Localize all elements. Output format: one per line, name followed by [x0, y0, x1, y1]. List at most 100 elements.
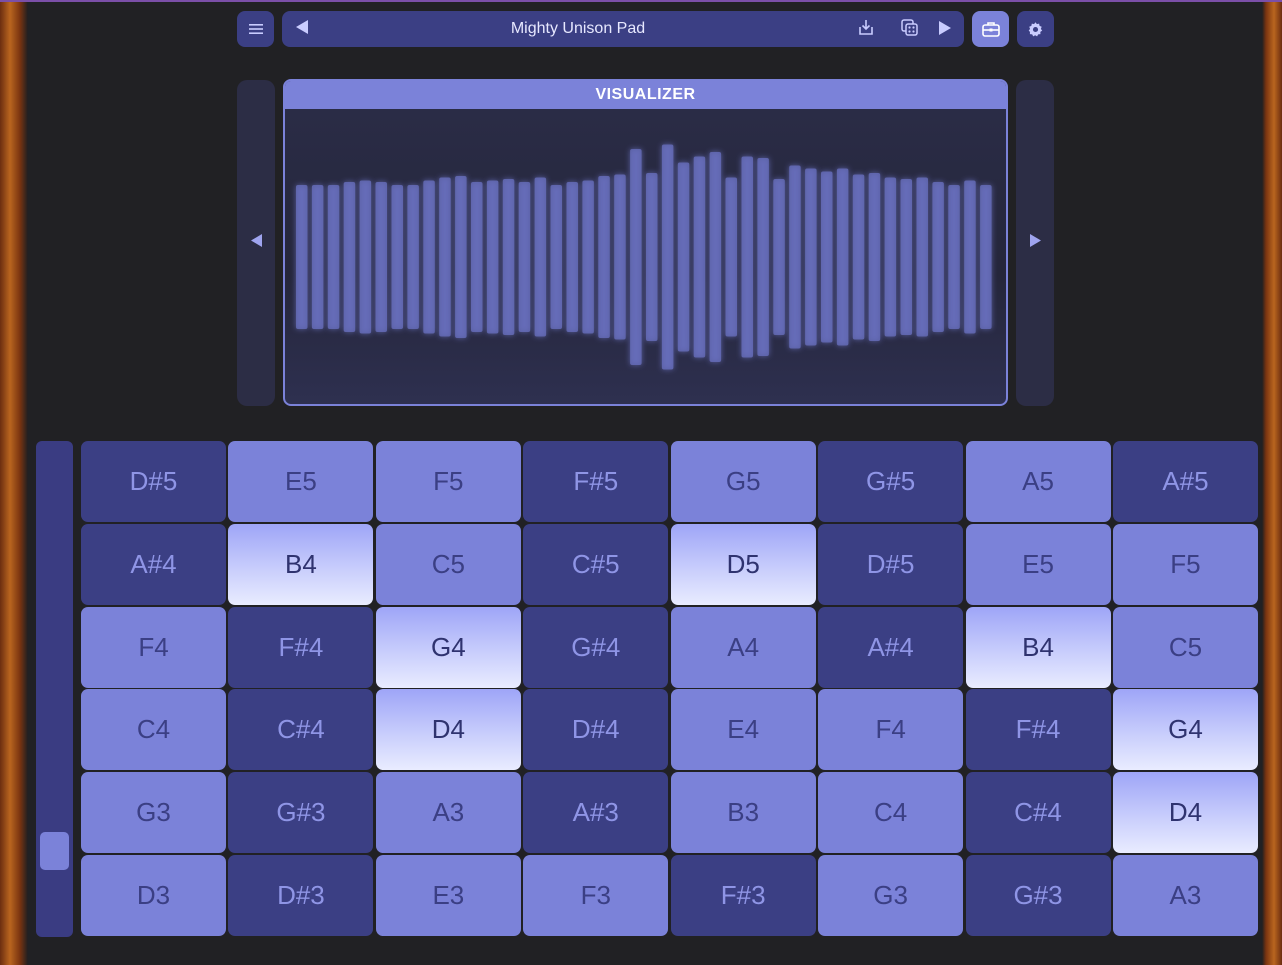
visualizer-bar [852, 174, 865, 340]
note-pad[interactable]: F3 [523, 854, 669, 936]
note-pad[interactable]: D5 [670, 523, 816, 605]
visualizer-bar [375, 182, 387, 332]
visualizer-title: VISUALIZER [285, 81, 1006, 109]
visualizer-bar [471, 182, 483, 332]
note-pad[interactable]: E4 [670, 689, 816, 771]
note-pad[interactable]: A3 [1112, 854, 1258, 936]
visualizer-prev-button[interactable] [237, 80, 275, 406]
triangle-left-icon [250, 234, 262, 252]
visualizer-bar [789, 165, 801, 349]
visualizer-bar [884, 177, 897, 337]
note-pad[interactable]: A#5 [1112, 441, 1258, 522]
note-pad[interactable]: E5 [228, 441, 374, 522]
note-pad[interactable]: C5 [1112, 606, 1258, 688]
note-pad[interactable]: A4 [670, 606, 816, 688]
preset-next-button[interactable] [934, 19, 956, 41]
note-pad[interactable]: F5 [1112, 523, 1258, 605]
note-pad[interactable]: D#4 [523, 689, 669, 771]
note-pad[interactable]: C#4 [228, 689, 374, 771]
note-pad[interactable]: G#3 [228, 772, 374, 854]
note-pad[interactable]: B4 [965, 606, 1111, 688]
note-pad[interactable]: F#3 [670, 854, 816, 936]
visualizer-bar [518, 182, 531, 332]
menu-button[interactable] [237, 11, 274, 47]
save-preset-button[interactable] [855, 19, 877, 41]
save-icon [858, 19, 874, 41]
visualizer-bar [343, 182, 356, 332]
visualizer-bar [725, 177, 737, 337]
note-pad[interactable]: A#4 [818, 606, 964, 688]
visualizer-bar [646, 173, 658, 341]
note-pad[interactable]: G4 [375, 606, 521, 688]
note-pad[interactable]: G#5 [818, 441, 964, 522]
note-pad[interactable]: F#5 [523, 441, 669, 522]
triangle-right-icon [1029, 234, 1041, 252]
visualizer-bar [709, 152, 722, 362]
note-pad[interactable]: A#4 [81, 523, 226, 605]
visualizer-bar [598, 176, 610, 338]
tools-button[interactable] [972, 11, 1009, 47]
visualizer-bar [900, 179, 912, 335]
note-pad[interactable]: G5 [670, 441, 816, 522]
note-pad[interactable]: F#4 [228, 606, 374, 688]
visualizer-bar [502, 179, 515, 335]
gear-icon [1027, 21, 1044, 38]
note-pad[interactable]: C4 [818, 772, 964, 854]
visualizer-bar [773, 179, 785, 335]
settings-button[interactable] [1017, 11, 1054, 47]
random-preset-button[interactable] [898, 19, 920, 41]
preset-prev-button[interactable] [292, 19, 312, 39]
note-pad[interactable]: G4 [1112, 689, 1258, 771]
octave-slider[interactable] [36, 441, 73, 937]
note-pad[interactable]: D#3 [228, 854, 374, 936]
visualizer-bar [455, 176, 467, 338]
visualizer-canvas [285, 109, 1006, 404]
note-pad[interactable]: B4 [228, 523, 374, 605]
note-pad[interactable]: A3 [375, 772, 521, 854]
note-pad[interactable]: A5 [965, 441, 1111, 522]
preset-selector: Mighty Unison Pad [282, 11, 964, 47]
note-pad[interactable]: G3 [81, 772, 226, 854]
visualizer-bar [582, 180, 594, 334]
note-pad[interactable]: C5 [375, 523, 521, 605]
note-pad[interactable]: G3 [818, 854, 964, 936]
visualizer-bar [327, 185, 340, 329]
visualizer-bar [550, 185, 562, 329]
note-pad[interactable]: B3 [670, 772, 816, 854]
dice-icon [900, 19, 918, 41]
note-pad[interactable]: A#3 [523, 772, 669, 854]
toolbox-icon [981, 21, 1000, 37]
note-pad[interactable]: E3 [375, 854, 521, 936]
visualizer-bar [391, 185, 403, 329]
visualizer-bar [486, 180, 499, 334]
note-pad[interactable]: E5 [965, 523, 1111, 605]
note-pad[interactable]: F4 [81, 606, 226, 688]
slider-thumb[interactable] [40, 832, 69, 870]
visualizer-bar [534, 177, 547, 337]
note-pad[interactable]: D#5 [818, 523, 964, 605]
note-pad[interactable]: F4 [818, 689, 964, 771]
visualizer-bar [916, 177, 928, 337]
visualizer-next-button[interactable] [1016, 80, 1054, 406]
note-pad[interactable]: D3 [81, 854, 226, 936]
triangle-right-icon [939, 20, 951, 40]
note-pad[interactable]: C#4 [965, 772, 1111, 854]
visualizer-panel: VISUALIZER [283, 79, 1008, 406]
note-pad[interactable]: D4 [375, 689, 521, 771]
visualizer-bar [693, 156, 706, 358]
note-pad[interactable]: D#5 [81, 441, 226, 522]
triangle-left-icon [296, 19, 308, 39]
note-pad[interactable]: F5 [375, 441, 521, 522]
visualizer-bar [423, 180, 435, 334]
note-pad[interactable]: G#3 [965, 854, 1111, 936]
note-pad[interactable]: F#4 [965, 689, 1111, 771]
visualizer-bar [805, 168, 817, 346]
preset-name[interactable]: Mighty Unison Pad [422, 11, 734, 47]
note-pad[interactable]: G#4 [523, 606, 669, 688]
visualizer-bar [566, 182, 578, 332]
note-pad[interactable]: C4 [81, 689, 226, 771]
visualizer-bar [757, 158, 769, 356]
note-pad[interactable]: C#5 [523, 523, 669, 605]
note-pad[interactable]: D4 [1112, 772, 1258, 854]
visualizer-bar [821, 171, 833, 343]
